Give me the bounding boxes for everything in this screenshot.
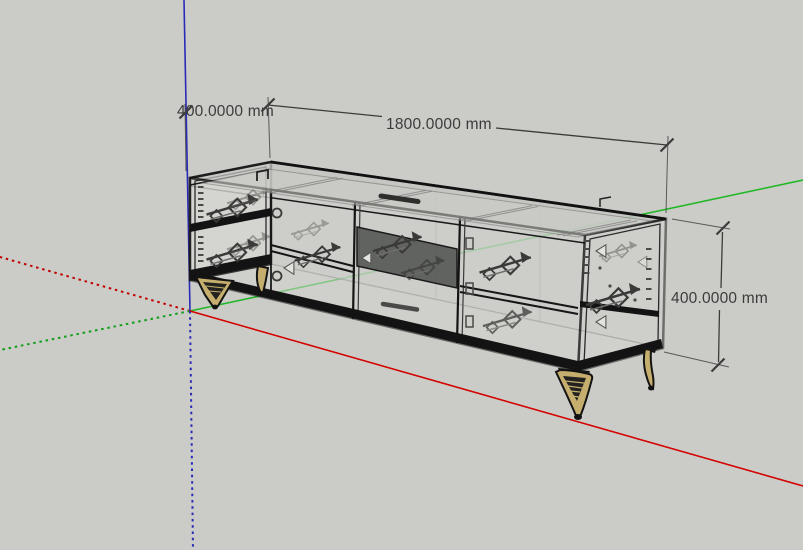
dimension-depth-label[interactable]: 400.0000 mm <box>177 103 274 120</box>
modeling-viewport[interactable]: 400.0000 mm 1800.0000 mm 400.0000 mm <box>0 0 803 550</box>
dimension-length-label[interactable]: 1800.0000 mm <box>386 116 492 133</box>
cabinet-right-end[interactable] <box>578 219 666 371</box>
app-window: 400.0000 mm 1800.0000 mm 400.0000 mm <box>0 0 803 550</box>
dimension-height-label[interactable]: 400.0000 mm <box>671 290 768 307</box>
